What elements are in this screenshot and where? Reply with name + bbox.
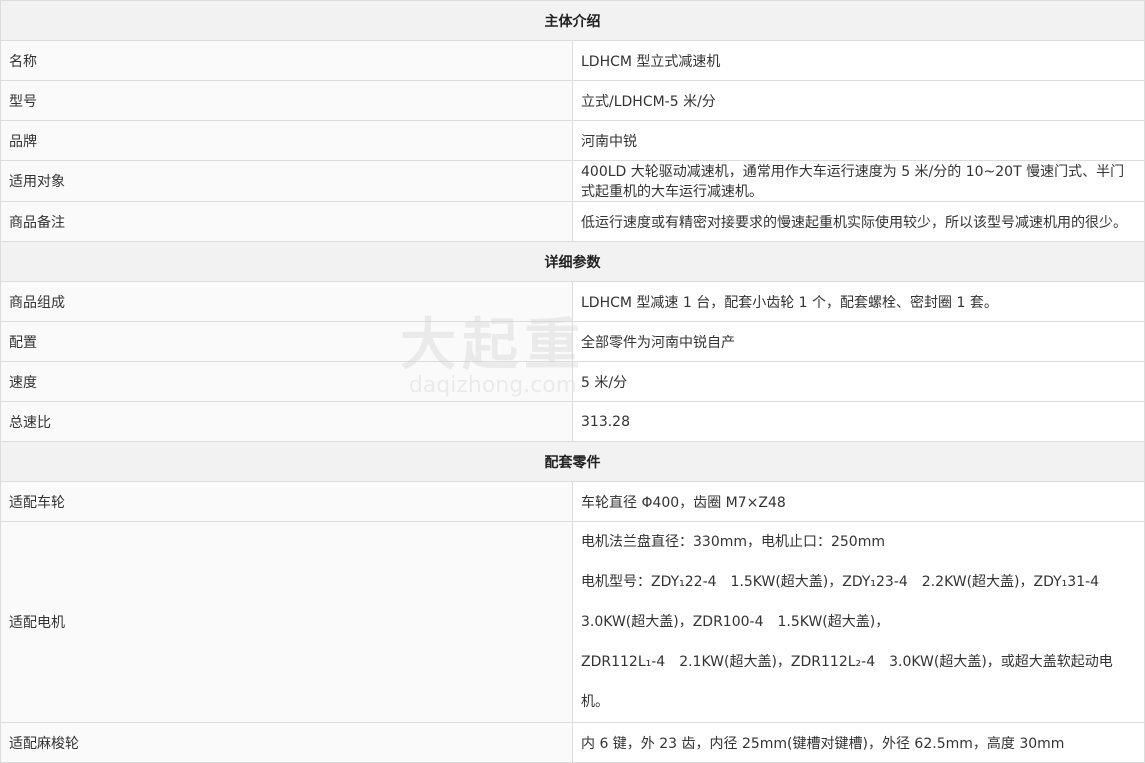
row-value: 立式/LDHCM-5 米/分 — [572, 80, 1145, 121]
row-key: 商品组成 — [0, 281, 573, 322]
row-value-motor: 电机法兰盘直径：330mm，电机止口：250mm 电机型号：ZDY₁22-4 1… — [572, 521, 1145, 723]
table-row-motor: 适配电机 电机法兰盘直径：330mm，电机止口：250mm 电机型号：ZDY₁2… — [0, 521, 1145, 723]
table-row: 品牌 河南中锐 — [0, 120, 1145, 161]
table-row: 型号 立式/LDHCM-5 米/分 — [0, 80, 1145, 121]
product-spec-table: 主体介绍 名称 LDHCM 型立式减速机 型号 立式/LDHCM-5 米/分 品… — [0, 0, 1145, 763]
row-key: 速度 — [0, 361, 573, 402]
table-row: 配置 全部零件为河南中锐自产 — [0, 321, 1145, 362]
row-key: 适配车轮 — [0, 481, 573, 522]
table-row: 速度 5 米/分 — [0, 361, 1145, 402]
row-value: 全部零件为河南中锐自产 — [572, 321, 1145, 362]
row-key: 配置 — [0, 321, 573, 362]
table-row: 商品备注 低运行速度或有精密对接要求的慢速起重机实际使用较少，所以该型号减速机用… — [0, 201, 1145, 242]
motor-models-text: 电机型号：ZDY₁22-4 1.5KW(超大盖)，ZDY₁23-4 2.2KW(… — [581, 574, 1114, 630]
section-title-detail: 详细参数 — [0, 241, 1145, 282]
section-title-parts: 配套零件 — [0, 441, 1145, 482]
row-value: LDHCM 型减速 1 台，配套小齿轮 1 个，配套螺栓、密封圈 1 套。 — [572, 281, 1145, 322]
row-key: 品牌 — [0, 120, 573, 161]
row-key: 适用对象 — [0, 160, 573, 202]
section-header-row: 主体介绍 — [0, 0, 1145, 41]
row-value: 内 6 键，外 23 齿，内径 25mm(键槽对键槽)，外径 62.5mm，高度… — [572, 722, 1145, 763]
motor-flange-text: 电机法兰盘直径：330mm，电机止口：250mm — [581, 534, 885, 550]
row-value: 河南中锐 — [572, 120, 1145, 161]
section-title-intro: 主体介绍 — [0, 0, 1145, 41]
section-header-row: 配套零件 — [0, 441, 1145, 482]
row-key: 适配电机 — [0, 521, 573, 723]
row-key: 总速比 — [0, 401, 573, 442]
table-row: 适用对象 400LD 大轮驱动减速机，通常用作大车运行速度为 5 米/分的 10… — [0, 160, 1145, 202]
table-row: 适配麻梭轮 内 6 键，外 23 齿，内径 25mm(键槽对键槽)，外径 62.… — [0, 722, 1145, 763]
row-key: 商品备注 — [0, 201, 573, 242]
section-header-row: 详细参数 — [0, 241, 1145, 282]
row-key: 适配麻梭轮 — [0, 722, 573, 763]
row-value: 5 米/分 — [572, 361, 1145, 402]
row-value: 低运行速度或有精密对接要求的慢速起重机实际使用较少，所以该型号减速机用的很少。 — [572, 201, 1145, 242]
row-key: 型号 — [0, 80, 573, 121]
row-value: LDHCM 型立式减速机 — [572, 40, 1145, 81]
table-row: 商品组成 LDHCM 型减速 1 台，配套小齿轮 1 个，配套螺栓、密封圈 1 … — [0, 281, 1145, 322]
table-row: 适配车轮 车轮直径 Φ400，齿圈 M7×Z48 — [0, 481, 1145, 522]
row-value: 400LD 大轮驱动减速机，通常用作大车运行速度为 5 米/分的 10~20T … — [572, 160, 1145, 202]
row-value: 313.28 — [572, 401, 1145, 442]
table-row: 名称 LDHCM 型立式减速机 — [0, 40, 1145, 81]
row-value: 车轮直径 Φ400，齿圈 M7×Z48 — [572, 481, 1145, 522]
table-row: 总速比 313.28 — [0, 401, 1145, 442]
motor-models-text-cont: ZDR112L₁-4 2.1KW(超大盖)，ZDR112L₂-4 3.0KW(超… — [581, 654, 1113, 710]
row-key: 名称 — [0, 40, 573, 81]
